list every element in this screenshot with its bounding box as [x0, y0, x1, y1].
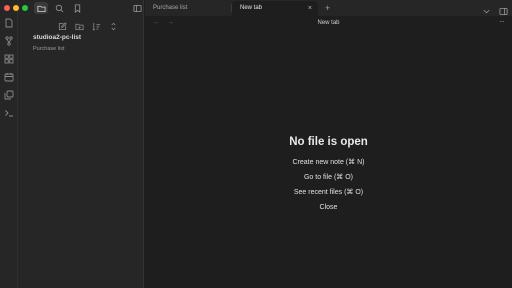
tab-label: New tab [240, 5, 263, 11]
canvas-icon[interactable] [3, 53, 15, 65]
file-explorer-sidebar: studioa2-pc-list Purchase list [18, 0, 144, 288]
tab-new-tab[interactable]: New tab × [232, 1, 318, 16]
calendar-icon[interactable] [3, 71, 15, 83]
toggle-right-sidebar-icon[interactable] [499, 3, 508, 16]
minimize-window-button[interactable] [13, 5, 19, 11]
file-explorer-toolbar [56, 20, 119, 32]
tab-label: Purchase list [153, 5, 188, 11]
sidebar-tab-switcher [34, 2, 84, 14]
maximize-window-button[interactable] [22, 5, 28, 11]
files-icon[interactable] [3, 17, 15, 29]
ribbon-icon-list [0, 17, 18, 119]
view-header: ← → New tab ··· [145, 16, 512, 32]
bookmarks-tab-button[interactable] [70, 2, 84, 14]
close-tab-icon[interactable]: × [308, 1, 312, 16]
copy-icon[interactable] [3, 89, 15, 101]
new-note-icon[interactable] [56, 20, 68, 32]
collapse-all-icon[interactable] [107, 20, 119, 32]
file-item-purchase-list[interactable]: Purchase list [33, 46, 65, 52]
chevron-down-icon[interactable] [482, 3, 491, 14]
terminal-icon[interactable] [3, 107, 15, 119]
window-controls [4, 5, 28, 11]
view-title: New tab [317, 20, 340, 26]
search-tab-button[interactable] [52, 2, 66, 14]
go-to-file-link[interactable]: Go to file (⌘ O) [304, 174, 353, 182]
file-explorer-tab-button[interactable] [34, 2, 48, 14]
create-new-note-link[interactable]: Create new note (⌘ N) [293, 159, 365, 167]
close-link[interactable]: Close [320, 204, 338, 212]
new-tab-button[interactable]: + [325, 1, 330, 15]
see-recent-files-link[interactable]: See recent files (⌘ O) [294, 189, 363, 197]
left-ribbon [0, 0, 18, 288]
empty-state: No file is open Create new note (⌘ N) Go… [145, 136, 512, 219]
toggle-sidebar-button[interactable] [130, 2, 144, 14]
sort-icon[interactable] [90, 20, 102, 32]
vault-name[interactable]: studioa2-pc-list [33, 34, 81, 41]
tab-bar: Purchase list New tab × + [145, 0, 512, 16]
more-options-icon[interactable]: ··· [499, 17, 505, 26]
graph-icon[interactable] [3, 35, 15, 47]
empty-state-title: No file is open [289, 136, 368, 148]
close-window-button[interactable] [4, 5, 10, 11]
tab-bar-actions [482, 3, 508, 16]
new-folder-icon[interactable] [73, 20, 85, 32]
tab-purchase-list[interactable]: Purchase list [145, 1, 231, 16]
